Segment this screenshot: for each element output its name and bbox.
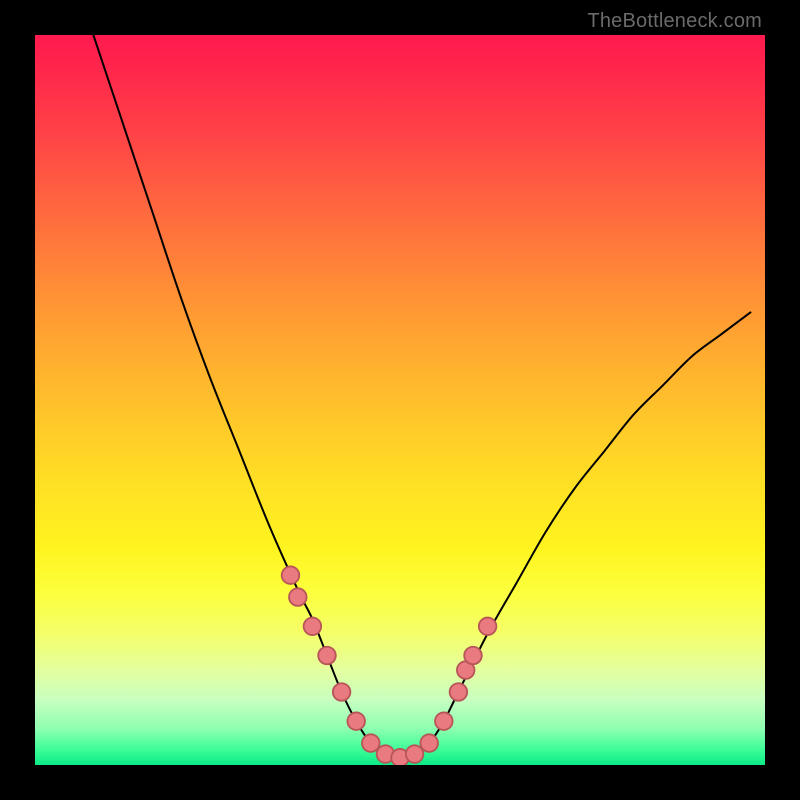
highlight-dot [304, 618, 322, 636]
highlight-dot [347, 712, 365, 730]
curve-layer [93, 35, 750, 758]
highlight-dots-layer [282, 566, 497, 765]
chart-frame: TheBottleneck.com [0, 0, 800, 800]
highlight-dot [450, 683, 468, 701]
highlight-dot [435, 712, 453, 730]
highlight-dot [333, 683, 351, 701]
highlight-dot [318, 647, 336, 665]
highlight-dot [289, 588, 307, 606]
plot-area [35, 35, 765, 765]
watermark-label: TheBottleneck.com [587, 10, 762, 33]
highlight-dot [406, 745, 424, 763]
bottleneck-curve [93, 35, 750, 758]
highlight-dot [479, 618, 497, 636]
highlight-dot [420, 734, 438, 752]
chart-svg [35, 35, 765, 765]
highlight-dot [464, 647, 482, 665]
highlight-dot [362, 734, 380, 752]
highlight-dot [282, 566, 300, 584]
